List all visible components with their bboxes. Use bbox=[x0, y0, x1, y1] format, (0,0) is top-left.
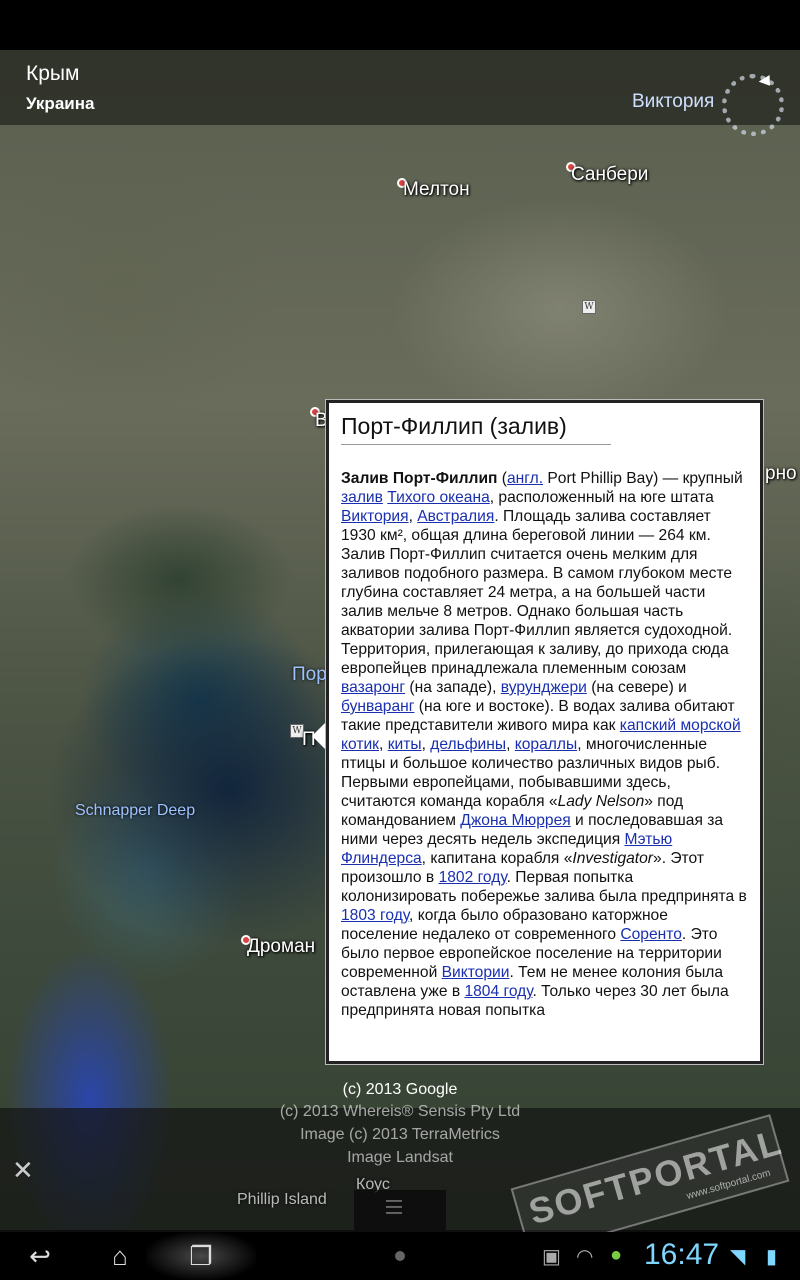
link-dolphins[interactable]: дельфины bbox=[430, 736, 506, 753]
place-label-melton[interactable]: Мелтон bbox=[403, 179, 470, 201]
text: (на севере) и bbox=[586, 679, 687, 696]
back-icon[interactable]: ↩ bbox=[15, 1236, 65, 1276]
popup-title: Порт-Филлип (залив) bbox=[341, 413, 611, 445]
place-label-partial-east[interactable]: рно bbox=[765, 463, 797, 485]
link-pacific[interactable]: Тихого океана bbox=[387, 489, 490, 506]
link-victoria[interactable]: Виктория bbox=[341, 508, 409, 525]
link-engl[interactable]: англ. bbox=[507, 470, 543, 487]
link-bunurong[interactable]: бунваранг bbox=[341, 698, 414, 715]
gallery-icon: ▣ bbox=[542, 1246, 561, 1268]
link-1802[interactable]: 1802 году bbox=[439, 869, 507, 886]
location-bar bbox=[0, 50, 800, 125]
popup-pointer bbox=[312, 722, 326, 750]
place-label-phillip-island[interactable]: Phillip Island bbox=[237, 1191, 327, 1209]
link-john-murray[interactable]: Джона Мюррея bbox=[460, 812, 570, 829]
place-label-sunbury[interactable]: Санбери bbox=[571, 164, 648, 186]
link-corals[interactable]: кораллы bbox=[515, 736, 577, 753]
link-wurundjeri[interactable]: вурунджери bbox=[501, 679, 587, 696]
link-1803[interactable]: 1803 году bbox=[341, 907, 409, 924]
status-clock: 16:47 bbox=[644, 1238, 720, 1271]
wikipedia-popup[interactable]: Порт-Филлип (залив) Залив Порт-Филлип (а… bbox=[325, 399, 764, 1065]
link-bay[interactable]: залив bbox=[341, 489, 383, 506]
text: , bbox=[421, 736, 431, 753]
bay-label[interactable]: Пор bbox=[292, 664, 327, 686]
ship-name: Lady Nelson bbox=[557, 793, 645, 810]
battery-icon: ▮ bbox=[766, 1246, 778, 1268]
close-icon[interactable]: ✕ bbox=[12, 1155, 34, 1186]
text: . Площадь залива составляет 1930 км², об… bbox=[341, 508, 733, 639]
text: Port Phillip Bay) — крупный bbox=[543, 470, 743, 487]
text: , капитана корабля « bbox=[421, 850, 573, 867]
text: , bbox=[379, 736, 388, 753]
home-icon[interactable]: ⌂ bbox=[95, 1236, 145, 1276]
location-subtitle: Украина bbox=[26, 94, 95, 113]
link-victoria-2[interactable]: Виктории bbox=[442, 964, 510, 981]
link-whales[interactable]: киты bbox=[388, 736, 422, 753]
link-1804[interactable]: 1804 году bbox=[464, 983, 532, 1000]
water-label-schnapper-deep[interactable]: Schnapper Deep bbox=[75, 802, 195, 820]
wifi-signal-icon: ◠ bbox=[576, 1246, 594, 1268]
wikipedia-icon[interactable]: W bbox=[582, 300, 596, 314]
page-indicator-dot bbox=[395, 1251, 405, 1261]
text: ( bbox=[497, 470, 507, 487]
recents-icon[interactable]: ❐ bbox=[176, 1236, 226, 1276]
text: , bbox=[506, 736, 515, 753]
compass-icon[interactable] bbox=[722, 74, 784, 136]
text: (на западе), bbox=[405, 679, 501, 696]
popup-paragraph-1: Залив Порт-Филлип (англ. Port Phillip Ba… bbox=[341, 469, 749, 640]
link-wathaurong[interactable]: вазаронг bbox=[341, 679, 405, 696]
text: , расположенный на юге штата bbox=[489, 489, 714, 506]
link-sorrento[interactable]: Соренто bbox=[620, 926, 682, 943]
link-australia[interactable]: Австралия bbox=[417, 508, 494, 525]
ship-name: Investigator bbox=[572, 850, 654, 867]
wifi-icon: ◥ bbox=[730, 1246, 746, 1268]
region-label[interactable]: Виктория bbox=[632, 91, 714, 113]
location-title: Крым bbox=[26, 62, 80, 85]
text: Территория, прилегающая к заливу, до при… bbox=[341, 641, 729, 677]
text: , bbox=[408, 508, 418, 525]
copyright-whereis: (c) 2013 Whereis® Sensis Pty Ltd bbox=[279, 1103, 521, 1120]
article-lead: Залив Порт-Филлип bbox=[341, 470, 498, 487]
menu-icon: — — — bbox=[386, 1192, 402, 1221]
app-notification-icon: ● bbox=[610, 1244, 623, 1266]
place-label-dromana[interactable]: Дроман bbox=[247, 936, 315, 958]
popup-paragraph-3: Первыми европейцами, побывавшими здесь, … bbox=[341, 773, 749, 1020]
copyright-google: (c) 2013 Google bbox=[342, 1081, 458, 1098]
popup-paragraph-2: Территория, прилегающая к заливу, до при… bbox=[341, 640, 749, 773]
